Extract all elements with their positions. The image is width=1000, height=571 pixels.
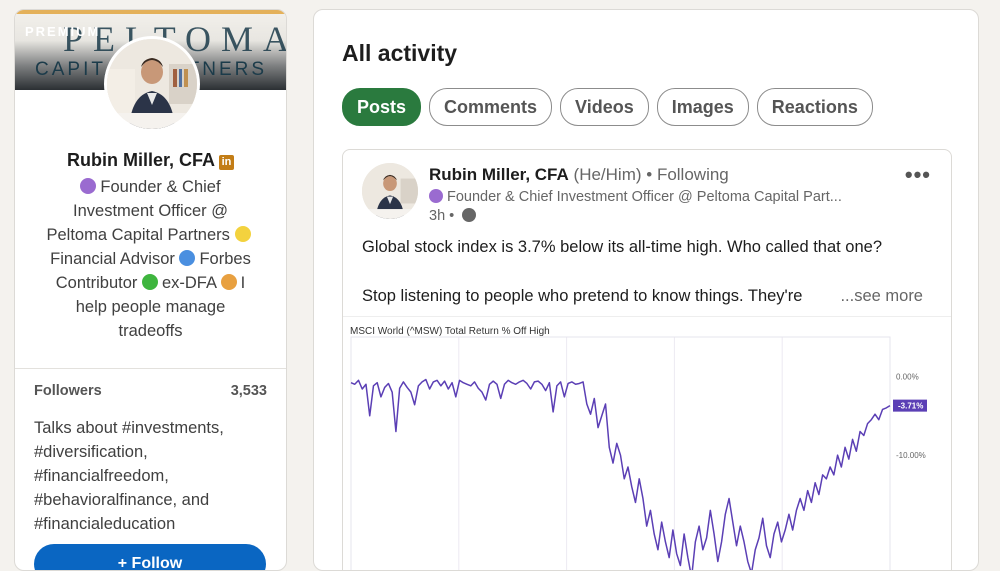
chart-ytick-label: -10.00%	[896, 451, 926, 460]
talks-about: Talks about #investments, #diversificati…	[34, 419, 224, 533]
yellow-circle-icon	[234, 226, 251, 242]
follow-status: • Following	[646, 165, 729, 184]
globe-icon	[462, 208, 477, 222]
more-options-icon[interactable]: •••	[905, 162, 931, 188]
activity-tabs: Posts Comments Videos Images Reactions	[342, 88, 873, 126]
chart-svg: 0.00% -10.00% -3.71%	[350, 336, 927, 570]
premium-label: PREMIUM	[25, 24, 101, 39]
page-title: All activity	[342, 40, 458, 66]
tab-reactions[interactable]: Reactions	[756, 88, 873, 126]
post-author-headline: Founder & Chief Investment Officer @ Pel…	[429, 189, 842, 205]
tab-images[interactable]: Images	[656, 88, 749, 126]
chart-series-line	[350, 378, 891, 570]
premium-accent-bar	[15, 10, 286, 14]
post-timestamp: 3h •	[429, 208, 477, 224]
profile-card: PELTOMA CAPITAL PARTNERS PREMIUM Rubin M…	[14, 9, 287, 571]
purple-circle-icon	[80, 178, 97, 194]
chart-last-value-label: -3.71%	[898, 402, 923, 411]
post-author-line: Rubin Miller, CFA (He/Him) • Following	[429, 165, 729, 185]
see-more-link[interactable]: ...see more	[836, 287, 923, 306]
headline-part: Founder & Chief Investment Officer @ Pel…	[46, 178, 235, 244]
profile-headline: Founder & Chief Investment Officer @ Pel…	[45, 175, 256, 343]
profile-avatar[interactable]	[104, 36, 200, 132]
post-time: 3h •	[429, 208, 455, 224]
post-text-line: Global stock index is 3.7% below its all…	[362, 238, 883, 256]
activity-card: All activity Posts Comments Videos Image…	[313, 9, 979, 571]
post-text-line: Stop listening to people who pretend to …	[362, 287, 803, 305]
green-circle-icon	[141, 274, 158, 290]
headline-part: ex-DFA	[161, 274, 221, 292]
post-author-name[interactable]: Rubin Miller, CFA	[429, 165, 569, 184]
followers-count: 3,533	[230, 383, 267, 399]
profile-name-text[interactable]: Rubin Miller, CFA	[67, 150, 215, 170]
purple-circle-icon	[429, 189, 443, 203]
author-pronoun: (He/Him)	[573, 165, 642, 184]
divider	[15, 368, 286, 369]
orange-circle-icon	[220, 274, 237, 290]
author-headline-text: Founder & Chief Investment Officer @ Pel…	[447, 189, 842, 205]
linkedin-premium-icon: in	[219, 155, 234, 170]
chart-ytick-label: 0.00%	[896, 372, 919, 381]
blue-circle-icon	[179, 250, 196, 266]
tab-comments[interactable]: Comments	[429, 88, 553, 126]
followers-label: Followers	[34, 383, 102, 399]
headline-part: Financial Advisor	[50, 250, 180, 268]
post-card: Rubin Miller, CFA (He/Him) • Following F…	[342, 149, 952, 570]
post-author-avatar[interactable]	[362, 163, 418, 219]
post-chart-image[interactable]: MSCI World (^MSW) Total Return % Off Hig…	[343, 316, 951, 570]
profile-name[interactable]: Rubin Miller, CFA in	[15, 150, 286, 171]
tab-videos[interactable]: Videos	[560, 88, 649, 126]
tab-posts[interactable]: Posts	[342, 88, 422, 126]
